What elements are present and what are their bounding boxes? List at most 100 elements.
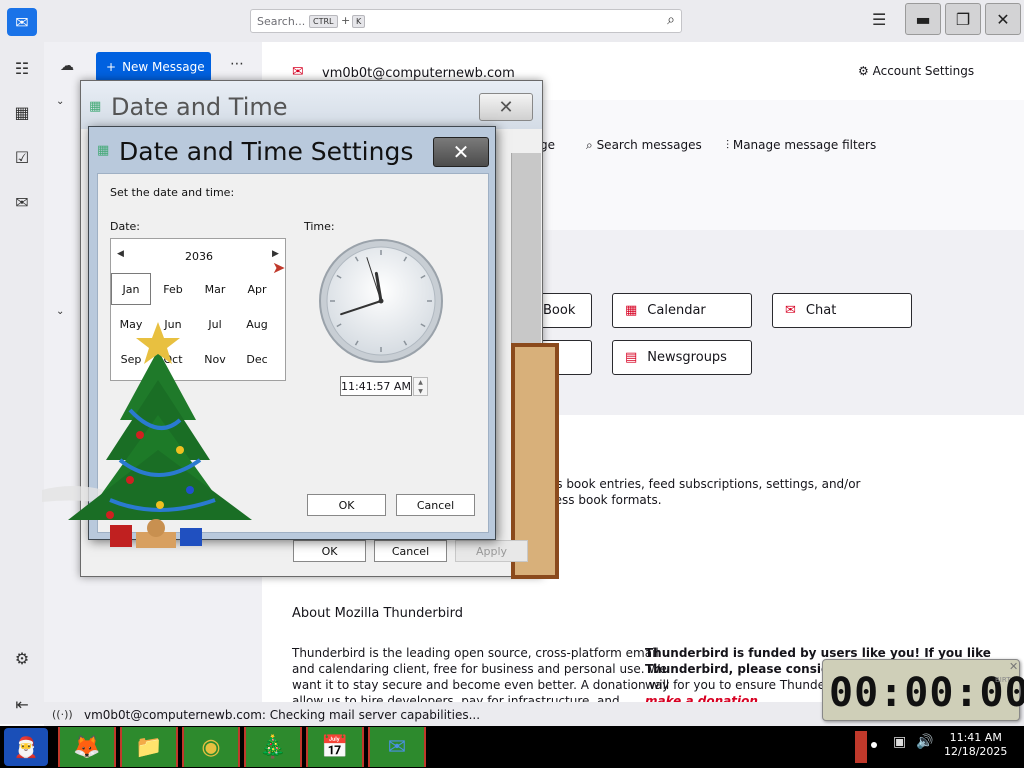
shortcut-key: K bbox=[352, 15, 366, 28]
chevron-down-icon[interactable]: ⌄ bbox=[56, 96, 64, 107]
manage-filters-label: Manage message filters bbox=[732, 138, 877, 152]
month-mar[interactable]: Mar bbox=[195, 273, 235, 305]
taskbar-datetime[interactable]: 📅 bbox=[306, 727, 364, 767]
tray-clock[interactable]: 11:41 AM 12/18/2025 bbox=[944, 731, 1007, 759]
volume-icon[interactable]: 🔊 bbox=[916, 734, 933, 750]
new-message-label: New Message bbox=[122, 60, 205, 74]
newsgroups-tile[interactable]: ▤ Newsgroups bbox=[612, 340, 752, 375]
account-settings-link[interactable]: ⚙ Account Settings bbox=[858, 64, 974, 78]
date-time-apply-button[interactable]: Apply bbox=[455, 540, 528, 562]
thunderbird-icon: ✉ bbox=[387, 734, 407, 760]
settings-app-icon: ▦ bbox=[97, 143, 110, 158]
spin-up-icon[interactable]: ▲ bbox=[418, 378, 423, 387]
analog-clock bbox=[319, 239, 443, 363]
month-feb[interactable]: Feb bbox=[153, 273, 193, 305]
filter-icon: ⫶ bbox=[726, 138, 730, 152]
about-para-2-line-3: way for you to ensure Thunderbir bbox=[645, 678, 846, 692]
date-time-ok-button[interactable]: OK bbox=[293, 540, 366, 562]
spin-down-icon[interactable]: ▼ bbox=[418, 387, 423, 396]
calendar-tile[interactable]: ▦ Calendar bbox=[612, 293, 752, 328]
minimize-button[interactable]: ▬ bbox=[905, 3, 941, 35]
date-label: Date: bbox=[110, 220, 140, 233]
more-options-icon[interactable]: ⋯ bbox=[230, 56, 244, 72]
taskbar-firefox[interactable]: 🦊 bbox=[58, 727, 116, 767]
get-messages-icon[interactable]: ☁ bbox=[60, 58, 74, 74]
search-icon[interactable]: ⌕ bbox=[667, 12, 675, 28]
app-menu-icon[interactable]: ☰ bbox=[872, 10, 886, 29]
time-label: Time: bbox=[304, 220, 335, 233]
search-messages-link[interactable]: ⌕ Search messages bbox=[586, 138, 702, 153]
close-button[interactable]: ✕ bbox=[985, 3, 1021, 35]
taskbar-tree-app[interactable]: 🎄 bbox=[244, 727, 302, 767]
newsgroups-icon: ▤ bbox=[625, 350, 638, 365]
calendar-icon[interactable]: ▦ bbox=[10, 100, 34, 124]
account-email: vm0b0t@computernewb.com bbox=[322, 66, 515, 81]
donation-link[interactable]: make a donation bbox=[645, 693, 758, 702]
search-messages-label: Search messages bbox=[596, 138, 702, 152]
santa-start-icon: 🎅 bbox=[13, 735, 39, 759]
stopwatch-widget[interactable]: 00:00:00 BIRT ✕ bbox=[822, 659, 1024, 721]
date-time-title: Date and Time bbox=[111, 93, 288, 121]
christmas-tree-decoration bbox=[42, 322, 252, 548]
settings-gear-icon[interactable]: ⚙ bbox=[10, 646, 34, 670]
time-spinner[interactable]: ▲ ▼ bbox=[413, 377, 428, 396]
month-apr[interactable]: Apr bbox=[237, 273, 277, 305]
status-text: vm0b0t@computernewb.com: Checking mail s… bbox=[84, 708, 481, 722]
address-book-tile-label: Book bbox=[543, 303, 576, 318]
mail-space-icon[interactable]: ✉ bbox=[7, 8, 37, 36]
shortcut-plus: + bbox=[341, 14, 351, 27]
start-button[interactable]: 🎅 bbox=[4, 728, 48, 766]
taskbar-explorer[interactable]: 📁 bbox=[120, 727, 178, 767]
chrome-icon: ◉ bbox=[201, 734, 221, 760]
tray-date: 12/18/2025 bbox=[944, 745, 1008, 758]
import-text-line-2: ress book formats. bbox=[550, 493, 662, 507]
calendar-icon: ▦ bbox=[625, 303, 638, 318]
about-heading: About Mozilla Thunderbird bbox=[292, 606, 463, 621]
tray-flag bbox=[855, 731, 867, 763]
search-placeholder: Search... bbox=[257, 15, 306, 28]
date-time-cancel-button[interactable]: Cancel bbox=[374, 540, 447, 562]
date-time-app-icon: ▦ bbox=[89, 99, 102, 114]
settings-close-button[interactable]: ✕ bbox=[433, 137, 489, 167]
taskbar-thunderbird[interactable]: ✉ bbox=[368, 727, 426, 767]
account-settings-label: Account Settings bbox=[872, 64, 975, 78]
collapse-icon[interactable]: ⇤ bbox=[10, 692, 34, 716]
chat-tile-label: Chat bbox=[805, 303, 837, 318]
network-icon[interactable]: ▣ bbox=[893, 734, 906, 750]
settings-cancel-button[interactable]: Cancel bbox=[396, 494, 475, 516]
mail-account-icon: ✉ bbox=[292, 64, 304, 80]
tray-time: 11:41 AM bbox=[949, 731, 1002, 744]
date-time-close-button[interactable]: ✕ bbox=[479, 93, 533, 121]
timer-side-label: BIRT bbox=[995, 676, 1011, 684]
import-text-line-1: ss book entries, feed subscriptions, set… bbox=[550, 477, 861, 491]
new-message-button[interactable]: + New Message bbox=[96, 52, 211, 82]
calendar-year[interactable]: 2036 bbox=[185, 250, 213, 263]
tasks-icon[interactable]: ☑ bbox=[10, 145, 34, 169]
chat-tile[interactable]: ✉ Chat bbox=[772, 293, 912, 328]
chevron-down-icon[interactable]: ⌄ bbox=[56, 306, 64, 317]
about-para-1-line-1: Thunderbird is the leading open source, … bbox=[292, 646, 659, 660]
search-icon: ⌕ bbox=[586, 138, 593, 152]
restore-button[interactable]: ❐ bbox=[945, 3, 981, 35]
tray-dot-icon bbox=[871, 742, 877, 748]
shortcut-ctrl: CTRL bbox=[309, 15, 338, 28]
previous-year-arrow-icon[interactable]: ◀ bbox=[117, 249, 124, 259]
month-jan[interactable]: Jan bbox=[111, 273, 151, 305]
search-input[interactable]: Search... CTRL + K ⌕ bbox=[250, 9, 682, 33]
address-book-icon[interactable]: ☷ bbox=[10, 56, 34, 80]
time-input[interactable]: 11:41:57 AM bbox=[340, 376, 412, 396]
folder-icon: 📁 bbox=[135, 734, 163, 760]
about-para-1-line-3: want it to stay secure and become even b… bbox=[292, 678, 670, 692]
manage-filters-link[interactable]: ⫶ Manage message filters bbox=[726, 138, 876, 153]
taskbar-chrome[interactable]: ◉ bbox=[182, 727, 240, 767]
firefox-icon: 🦊 bbox=[73, 734, 101, 760]
newsgroups-tile-label: Newsgroups bbox=[647, 350, 727, 365]
about-para-1-line-2: and calendaring client, free for busines… bbox=[292, 662, 667, 676]
chat-icon[interactable]: ✉ bbox=[10, 190, 34, 214]
settings-ok-button[interactable]: OK bbox=[307, 494, 386, 516]
plus-icon: + bbox=[106, 60, 117, 74]
timer-close-icon[interactable]: ✕ bbox=[1009, 660, 1018, 673]
about-para-1-line-4: allow us to hire developers, pay for inf… bbox=[292, 694, 620, 702]
mouse-cursor-icon: ➤ bbox=[272, 258, 286, 277]
tree-icon: 🎄 bbox=[259, 734, 287, 760]
